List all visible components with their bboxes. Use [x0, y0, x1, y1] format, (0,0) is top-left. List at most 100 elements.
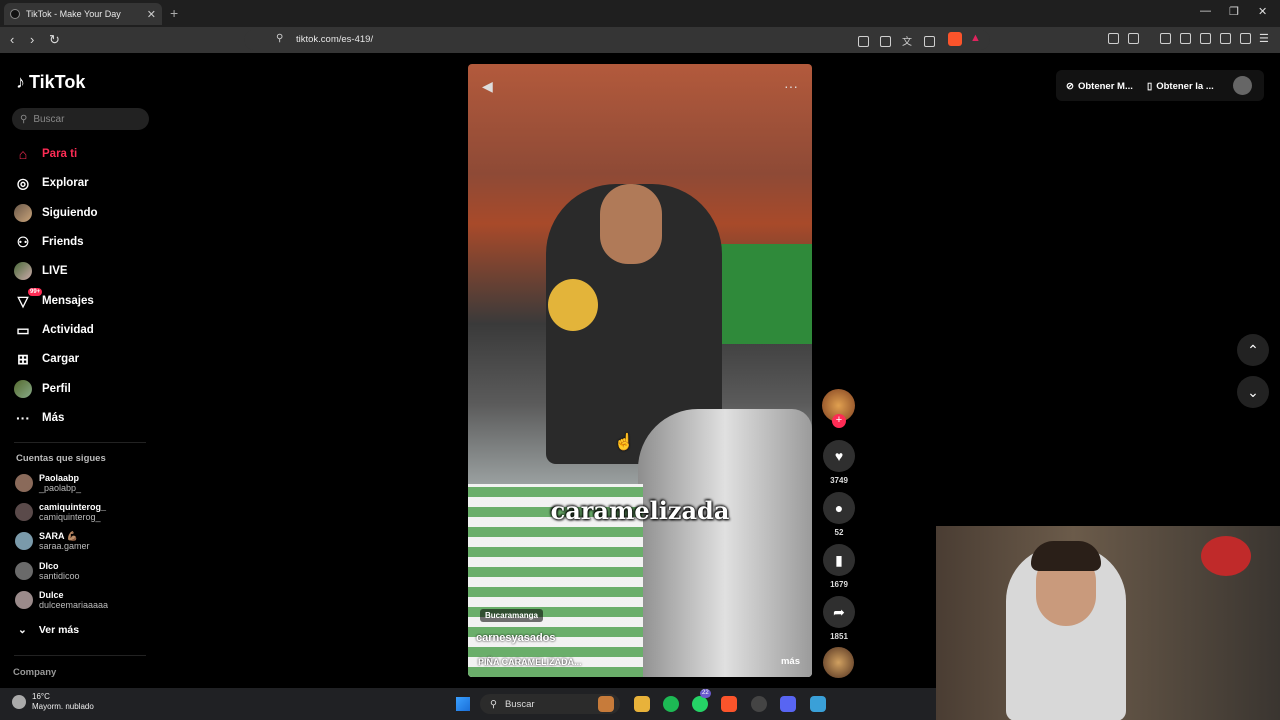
- reader-icon[interactable]: [858, 36, 869, 47]
- nav-item-for-you[interactable]: ⌂ Para ti: [14, 143, 77, 165]
- new-tab-icon[interactable]: +: [170, 5, 178, 21]
- nav-item-more[interactable]: ··· Más: [14, 407, 64, 429]
- plus-icon: ⊞: [17, 350, 29, 367]
- nav-label: Actividad: [42, 324, 94, 336]
- heart-icon: ♥: [823, 440, 855, 472]
- profile-avatar: [14, 380, 32, 398]
- nav-item-activity[interactable]: ▭ Actividad: [14, 319, 94, 341]
- see-more-button[interactable]: ⌄ Ver más: [18, 624, 79, 636]
- nav-item-following[interactable]: Siguiendo: [14, 202, 98, 224]
- nav-item-upload[interactable]: ⊞ Cargar: [14, 348, 79, 370]
- location-tag[interactable]: Bucaramanga: [480, 609, 543, 622]
- follow-plus-icon[interactable]: +: [832, 414, 846, 428]
- share-arrow-icon: ➦: [823, 596, 855, 628]
- more-link[interactable]: más: [781, 656, 800, 667]
- share-icon[interactable]: [924, 36, 935, 47]
- search-placeholder: Buscar: [33, 113, 65, 125]
- following-section-title: Cuentas que sigues: [16, 453, 106, 464]
- site-info-icon[interactable]: ⚲: [276, 33, 283, 44]
- whatsapp-icon[interactable]: 22: [692, 689, 711, 712]
- avatar: [15, 591, 33, 609]
- maximize-icon[interactable]: ❐: [1229, 5, 1239, 18]
- address-bar[interactable]: ⚲ tiktok.com/es-419/ 文 ▲: [244, 30, 990, 50]
- previous-video-button[interactable]: ⌃: [1237, 334, 1269, 366]
- next-video-button[interactable]: ⌄: [1237, 376, 1269, 408]
- reload-icon[interactable]: ↻: [49, 32, 60, 48]
- nav-label: Explorar: [42, 177, 89, 189]
- close-window-icon[interactable]: ✕: [1258, 5, 1267, 18]
- spotify-icon[interactable]: [663, 696, 679, 712]
- search-icon: ⚲: [20, 113, 28, 125]
- brave-icon[interactable]: [721, 696, 737, 712]
- nav-label: Perfil: [42, 383, 71, 395]
- account-name: camiquinterog_: [39, 502, 107, 512]
- like-count: 3749: [830, 476, 848, 485]
- following-account[interactable]: SARA 💪🏽 saraa.gamer: [15, 531, 90, 551]
- browser-tab-bar: TikTok - Make Your Day ✕ + — ❐ ✕: [0, 0, 1280, 27]
- browser-tab[interactable]: TikTok - Make Your Day ✕: [4, 3, 162, 25]
- comment-button[interactable]: ● 52: [822, 492, 856, 537]
- wallet-icon[interactable]: [1200, 33, 1211, 44]
- account-username: camiquinterog_: [39, 512, 101, 522]
- brave-shields-icon[interactable]: [948, 32, 962, 46]
- close-tab-icon[interactable]: ✕: [147, 8, 156, 21]
- search-input[interactable]: ⚲ Buscar: [12, 108, 149, 130]
- like-button[interactable]: ♥ 3749: [822, 440, 856, 485]
- volume-icon[interactable]: ◀: [482, 78, 493, 95]
- menu-icon[interactable]: ☰: [1259, 32, 1269, 45]
- extensions-icon[interactable]: [1108, 33, 1119, 44]
- whatsapp-badge: 22: [700, 689, 711, 698]
- minimize-icon[interactable]: —: [1200, 5, 1211, 17]
- following-account[interactable]: Dulce dulceemariaaaaa: [15, 590, 108, 610]
- following-account[interactable]: Paolaabp _paolabp_: [15, 473, 81, 493]
- bookmark-icon: ▮: [823, 544, 855, 576]
- leo-ai-icon[interactable]: [1220, 33, 1231, 44]
- save-count: 1679: [830, 580, 848, 589]
- get-coins-label: Obtener M...: [1077, 80, 1133, 92]
- get-app-label: Obtener la ...: [1156, 80, 1214, 92]
- vpn-icon[interactable]: [1240, 33, 1251, 44]
- notepad-icon[interactable]: [810, 696, 826, 712]
- tiktok-logo[interactable]: ♪ TikTok: [16, 72, 85, 93]
- widget-icon[interactable]: [598, 696, 614, 712]
- weather-widget[interactable]: 16°C Mayorm. nublado: [12, 692, 94, 712]
- sidebar-divider: [14, 655, 146, 656]
- back-icon[interactable]: ‹: [10, 32, 14, 47]
- forward-icon[interactable]: ›: [30, 32, 34, 47]
- nav-label: Para ti: [42, 148, 78, 160]
- windows-start-icon[interactable]: [456, 697, 470, 711]
- obs-icon[interactable]: [751, 696, 767, 712]
- nav-item-profile[interactable]: Perfil: [14, 378, 71, 400]
- sidebar-icon[interactable]: [1180, 33, 1191, 44]
- avatar[interactable]: [1233, 76, 1252, 95]
- video-player[interactable]: ◀ ··· caramelizada Bucaramanga carnesyas…: [468, 64, 812, 677]
- video-scene: [548, 279, 598, 331]
- music-disc[interactable]: [823, 647, 854, 678]
- nav-item-live[interactable]: LIVE: [14, 260, 68, 282]
- cloud-icon: [12, 695, 26, 709]
- tab-search-icon[interactable]: [1128, 33, 1139, 44]
- more-options-icon[interactable]: ···: [784, 78, 798, 94]
- webcam-scene: [1031, 541, 1101, 571]
- temperature: 16°C: [32, 692, 50, 701]
- discord-icon[interactable]: [780, 696, 796, 712]
- following-account[interactable]: DIco santidicoo: [15, 561, 80, 581]
- file-explorer-icon[interactable]: [634, 696, 650, 712]
- get-coins-button[interactable]: ⊘ Obtener M...: [1066, 78, 1133, 94]
- comment-count: 52: [834, 528, 844, 537]
- share-button[interactable]: ➦ 1851: [822, 596, 856, 641]
- translate-icon[interactable]: 文: [902, 33, 912, 48]
- account-username: saraa.gamer: [39, 541, 90, 551]
- screenshot-icon[interactable]: [880, 36, 891, 47]
- home-icon: ⌂: [18, 146, 28, 162]
- nav-item-explore[interactable]: ◎ Explorar: [14, 172, 89, 194]
- following-account[interactable]: camiquinterog_ camiquinterog_: [15, 502, 106, 522]
- video-author[interactable]: carnesyasados: [476, 632, 556, 644]
- nav-item-messages[interactable]: ▽ 99+ Mensajes: [14, 288, 94, 312]
- get-app-button[interactable]: ▯ Obtener la ...: [1147, 78, 1214, 94]
- company-link[interactable]: Company: [13, 667, 56, 678]
- save-button[interactable]: ▮ 1679: [822, 544, 856, 589]
- nav-item-friends[interactable]: ⚇ Friends: [14, 231, 84, 253]
- media-icon[interactable]: [1160, 33, 1171, 44]
- brave-rewards-icon[interactable]: ▲: [970, 32, 981, 44]
